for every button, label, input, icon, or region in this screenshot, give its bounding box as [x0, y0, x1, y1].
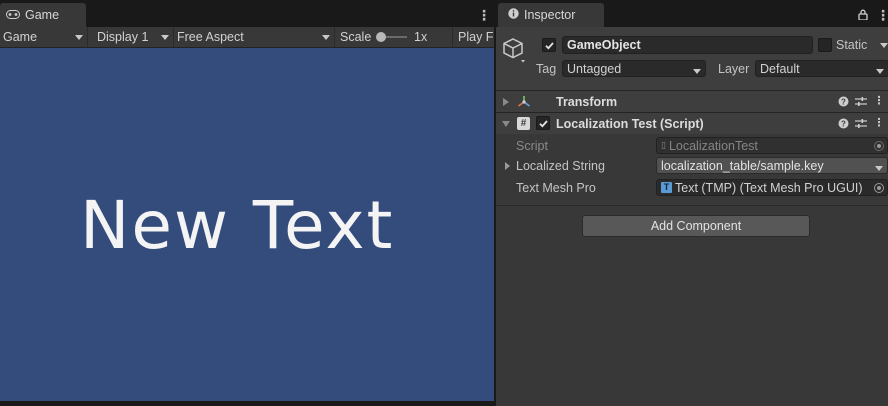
- svg-text:?: ?: [841, 98, 846, 107]
- kebab-icon[interactable]: ⋮: [477, 8, 491, 22]
- tag-label: Tag: [536, 62, 557, 76]
- game-mode-dropdown[interactable]: Game: [0, 27, 88, 47]
- game-view-text: New Text: [80, 187, 395, 264]
- display-dropdown[interactable]: Display 1: [94, 27, 174, 47]
- display-label: Display 1: [97, 30, 149, 44]
- foldout-icon[interactable]: [503, 98, 509, 106]
- component-title: Localization Test (Script): [556, 117, 704, 131]
- script-icon: #: [517, 117, 530, 130]
- localized-string-value: localization_table/sample.key: [661, 158, 824, 173]
- game-tab-strip: Game ⋮: [0, 0, 494, 27]
- inspector-tab-strip: Inspector ⋮: [496, 0, 888, 27]
- active-checkbox[interactable]: [542, 38, 556, 52]
- chevron-down-icon: [875, 166, 883, 171]
- static-label: Static: [836, 38, 868, 52]
- scale-slider[interactable]: [376, 32, 407, 42]
- kebab-icon[interactable]: ⋮: [873, 117, 885, 129]
- cs-file-icon: ▯: [661, 140, 666, 150]
- layer-dropdown[interactable]: Default: [755, 60, 888, 77]
- cube-icon: [502, 37, 526, 66]
- play-focus-label: Play F: [458, 30, 494, 44]
- kebab-icon[interactable]: ⋮: [876, 8, 888, 22]
- scale-value: 1x: [414, 30, 428, 44]
- chevron-down-icon: [693, 69, 701, 74]
- script-value: LocalizationTest: [668, 138, 758, 153]
- chevron-down-icon[interactable]: [880, 43, 888, 48]
- add-component-button[interactable]: Add Component: [582, 215, 810, 237]
- object-name-text: GameObject: [567, 38, 641, 52]
- component-transform[interactable]: Transform ? ⋮: [496, 90, 888, 112]
- layer-value: Default: [760, 61, 800, 76]
- chevron-down-icon: [161, 35, 169, 40]
- script-field: ▯ LocalizationTest: [656, 137, 888, 154]
- tmp-icon: T: [661, 182, 672, 193]
- object-picker-icon: [874, 141, 884, 151]
- localized-string-dropdown[interactable]: localization_table/sample.key: [656, 157, 888, 174]
- object-picker-icon[interactable]: [874, 183, 884, 193]
- scale-label: Scale: [340, 30, 372, 44]
- text-mesh-pro-field[interactable]: T Text (TMP) (Text Mesh Pro UGUI): [656, 179, 888, 196]
- help-icon[interactable]: ?: [837, 118, 849, 130]
- scale-slider-handle[interactable]: [376, 32, 386, 42]
- tab-game[interactable]: Game: [0, 3, 86, 27]
- tag-value: Untagged: [567, 61, 622, 76]
- script-label: Script: [516, 139, 548, 153]
- static-checkbox[interactable]: [818, 38, 832, 52]
- aspect-label: Free Aspect: [177, 30, 244, 44]
- component-title: Transform: [556, 95, 618, 109]
- game-view[interactable]: New Text: [0, 48, 494, 401]
- game-panel: Game ⋮ Game Display 1 Free Aspect Scale …: [0, 0, 494, 406]
- object-header: GameObject Static Tag Untagged Layer Def…: [496, 27, 888, 91]
- lock-icon[interactable]: [858, 9, 868, 23]
- game-mode-label: Game: [3, 30, 38, 44]
- object-name-input[interactable]: GameObject: [562, 36, 813, 54]
- tab-inspector[interactable]: Inspector: [498, 3, 604, 27]
- layer-label: Layer: [718, 62, 750, 76]
- checkmark-icon: [544, 41, 554, 50]
- foldout-icon[interactable]: [505, 162, 510, 170]
- scale-control: Scale 1x: [337, 27, 453, 47]
- text-mesh-pro-label: Text Mesh Pro: [516, 181, 596, 195]
- presets-icon[interactable]: [855, 96, 867, 108]
- help-icon[interactable]: ?: [837, 96, 849, 108]
- component-enabled-checkbox[interactable]: [536, 116, 550, 130]
- chevron-down-icon: [75, 35, 83, 40]
- tag-dropdown[interactable]: Untagged: [562, 60, 706, 77]
- tab-inspector-label: Inspector: [524, 8, 576, 22]
- kebab-icon[interactable]: ⋮: [873, 95, 885, 107]
- tab-game-label: Game: [25, 8, 60, 22]
- gamepad-icon: [6, 8, 20, 22]
- inspector-panel: Inspector ⋮ GameObject Static Tag Untagg…: [494, 0, 888, 406]
- game-toolbar: Game Display 1 Free Aspect Scale 1x Play…: [0, 27, 494, 48]
- checkmark-icon: [538, 119, 548, 128]
- presets-icon[interactable]: [855, 118, 867, 130]
- chevron-down-icon: [876, 69, 884, 74]
- add-component-label: Add Component: [650, 219, 742, 233]
- text-mesh-pro-value: Text (TMP) (Text Mesh Pro UGUI): [675, 180, 863, 195]
- localized-string-label: Localized String: [516, 159, 605, 173]
- chevron-down-icon: [322, 35, 330, 40]
- divider: [496, 205, 888, 206]
- aspect-dropdown[interactable]: Free Aspect: [174, 27, 335, 47]
- component-localization-test[interactable]: # Localization Test (Script) ? ⋮: [496, 112, 888, 134]
- transform-icon: [517, 95, 531, 112]
- info-icon: [508, 8, 519, 22]
- foldout-icon[interactable]: [502, 121, 510, 127]
- play-focus-dropdown[interactable]: Play F: [455, 27, 494, 47]
- svg-text:?: ?: [841, 120, 846, 129]
